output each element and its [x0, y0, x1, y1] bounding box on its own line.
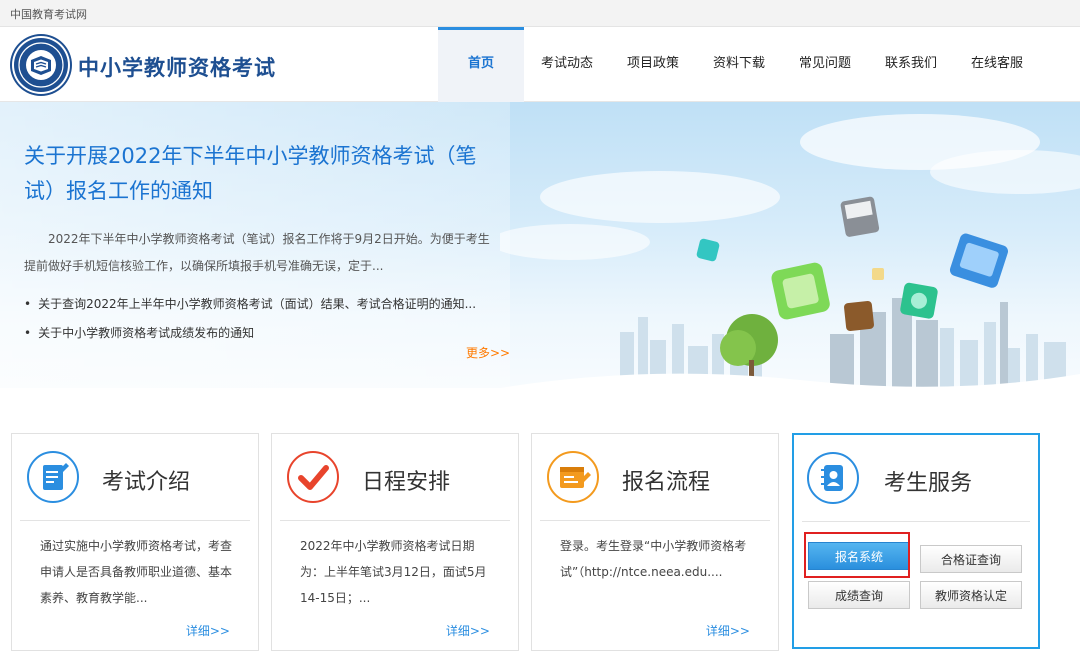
hero-banner: 关于开展2022年下半年中小学教师资格考试（笔试）报名工作的通知 2022年下半… [0, 102, 1080, 388]
certificate-query-button[interactable]: 合格证查询 [920, 545, 1022, 573]
top-bar: 中国教育考试网 [0, 0, 1080, 27]
card-description: 登录。考生登录“中小学教师资格考试”（http://ntce.neea.edu.… [560, 539, 747, 579]
site-title[interactable]: 中小学教师资格考试 [78, 52, 276, 82]
card-title[interactable]: 考生服务 [884, 465, 972, 497]
teacher-certification-button[interactable]: 教师资格认定 [920, 581, 1022, 609]
banner-more-link[interactable]: 更多>> [466, 344, 510, 361]
card-exam-intro: 考试介绍 通过实施中小学教师资格考试，考查申请人是否具备教师职业道德、基本素养、… [11, 433, 259, 651]
card-divider [540, 520, 770, 521]
nav-policy[interactable]: 项目政策 [610, 27, 696, 101]
card-divider [20, 520, 250, 521]
card-divider [802, 521, 1030, 522]
card-title[interactable]: 日程安排 [362, 464, 450, 496]
banner-summary: 2022年下半年中小学教师资格考试（笔试）报名工作将于9月2日开始。为便于考生提… [24, 232, 490, 273]
card-description: 2022年中小学教师资格考试日期为：上半年笔试3月12日，面试5月14-15日；… [300, 539, 487, 605]
card-description: 通过实施中小学教师资格考试，考查申请人是否具备教师职业道德、基本素养、教育教学能… [40, 539, 233, 605]
registration-system-button[interactable]: 报名系统 [808, 542, 910, 570]
nav-faq[interactable]: 常见问题 [782, 27, 868, 101]
contact-book-icon [806, 451, 860, 505]
site-network-label: 中国教育考试网 [10, 8, 87, 21]
nav-exam-news[interactable]: 考试动态 [524, 27, 610, 101]
nav-online-service[interactable]: 在线客服 [954, 27, 1040, 101]
nav-home[interactable]: 首页 [438, 27, 524, 104]
news-item[interactable]: 关于中小学教师资格考试成绩发布的通知 [24, 319, 504, 348]
card-title[interactable]: 报名流程 [622, 464, 710, 496]
card-details-link[interactable]: 详细>> [186, 622, 230, 639]
card-registration-process: 报名流程 登录。考生登录“中小学教师资格考试”（http://ntce.neea… [531, 433, 779, 651]
banner-headline[interactable]: 关于开展2022年下半年中小学教师资格考试（笔试）报名工作的通知 [24, 139, 494, 209]
news-item[interactable]: 关于查询2022年上半年中小学教师资格考试（面试）结果、考试合格证明的通知... [24, 290, 504, 319]
logo-emblem-icon[interactable] [14, 38, 68, 92]
city-illustration [500, 114, 1080, 388]
document-edit-icon [26, 450, 80, 504]
nav-contact[interactable]: 联系我们 [868, 27, 954, 101]
card-schedule: 日程安排 2022年中小学教师资格考试日期为：上半年笔试3月12日，面试5月14… [271, 433, 519, 651]
score-query-button[interactable]: 成绩查询 [808, 581, 910, 609]
registration-form-icon [546, 450, 600, 504]
banner-news-list: 关于查询2022年上半年中小学教师资格考试（面试）结果、考试合格证明的通知...… [24, 290, 504, 348]
header: 中小学教师资格考试 首页 考试动态 项目政策 资料下载 常见问题 联系我们 在线… [0, 27, 1080, 104]
nav-downloads[interactable]: 资料下载 [696, 27, 782, 101]
card-details-link[interactable]: 详细>> [706, 622, 750, 639]
checkmark-icon [286, 450, 340, 504]
card-candidate-services: 考生服务 报名系统 合格证查询 成绩查询 教师资格认定 [792, 433, 1040, 649]
card-divider [280, 520, 510, 521]
card-details-link[interactable]: 详细>> [446, 622, 490, 639]
card-title[interactable]: 考试介绍 [102, 464, 190, 496]
